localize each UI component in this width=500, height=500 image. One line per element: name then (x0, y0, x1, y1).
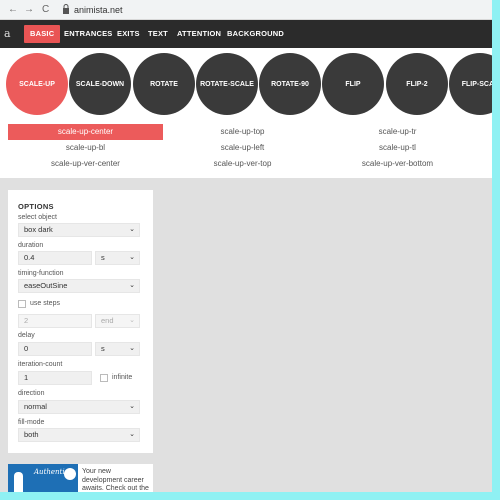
tab-background[interactable]: BACKGROUND (221, 25, 290, 43)
infinite-label: infinite (112, 374, 133, 381)
chevron-down-icon: ⌄ (129, 317, 135, 324)
select-object-dropdown[interactable]: box dark ⌄ (18, 223, 140, 237)
duration-value: 0.4 (24, 253, 35, 262)
duration-label: duration (18, 242, 44, 249)
url-text[interactable]: animista.net (74, 5, 123, 15)
ad-text[interactable]: Your new development career awaits. Chec… (82, 468, 152, 492)
tab-exits[interactable]: EXITS (111, 25, 146, 43)
sponsored-ad[interactable]: Authentic Your new development career aw… (8, 464, 153, 492)
duration-unit-value: s (101, 253, 105, 262)
use-steps-label: use steps (30, 300, 60, 307)
select-object-label: select object (18, 214, 57, 221)
ad-person-figure (14, 472, 23, 492)
animation-flip-scale[interactable]: FLIP-SCAL (449, 53, 492, 115)
variant-scale-up-ver-top[interactable]: scale-up-ver-top (165, 156, 320, 172)
lock-icon (63, 4, 69, 14)
infinite-checkbox[interactable] (100, 374, 108, 382)
back-arrow-icon[interactable]: ← (8, 4, 18, 15)
variant-scale-up-center[interactable]: scale-up-center (8, 124, 163, 140)
animation-rotate-scale[interactable]: ROTATE-SCALE (196, 53, 258, 115)
variant-scale-up-ver-center[interactable]: scale-up-ver-center (8, 156, 163, 172)
browser-viewport: ← → C animista.net a BASIC ENTRANCES EXI… (0, 0, 492, 492)
iteration-count-value: 1 (24, 373, 29, 382)
fill-mode-value: both (24, 430, 39, 439)
delay-unit-dropdown[interactable]: s ⌄ (95, 342, 140, 356)
animation-selector: SCALE-UP SCALE-DOWN ROTATE ROTATE-SCALE … (0, 48, 492, 120)
tab-entrances[interactable]: ENTRANCES (58, 25, 118, 43)
chevron-down-icon: ⌄ (129, 345, 135, 352)
animation-flip[interactable]: FLIP (322, 53, 384, 115)
direction-label: direction (18, 390, 45, 397)
delay-value: 0 (24, 344, 29, 353)
tab-attention[interactable]: ATTENTION (171, 25, 227, 43)
ad-image[interactable]: Authentic (8, 464, 78, 492)
reload-icon[interactable]: C (42, 4, 49, 15)
animation-flip-2[interactable]: FLIP-2 (386, 53, 448, 115)
duration-input[interactable]: 0.4 (18, 251, 92, 265)
chevron-down-icon: ⌄ (129, 403, 135, 410)
steps-mode-value: end (101, 316, 114, 325)
timing-function-value: easeOutSine (24, 281, 68, 290)
animation-scale-up[interactable]: SCALE-UP (6, 53, 68, 115)
variant-scale-up-top[interactable]: scale-up-top (165, 124, 320, 140)
direction-value: normal (24, 402, 47, 411)
iteration-count-input[interactable]: 1 (18, 371, 92, 385)
duration-unit-dropdown[interactable]: s ⌄ (95, 251, 140, 265)
chevron-down-icon: ⌄ (129, 282, 135, 289)
select-object-value: box dark (24, 225, 53, 234)
variant-scale-up-ver-bottom[interactable]: scale-up-ver-bottom (320, 156, 475, 172)
logo[interactable]: a (4, 27, 11, 40)
variant-scale-up-tr[interactable]: scale-up-tr (320, 124, 475, 140)
delay-label: delay (18, 332, 35, 339)
forward-arrow-icon[interactable]: → (24, 4, 34, 15)
tab-basic[interactable]: BASIC (24, 25, 61, 43)
delay-input[interactable]: 0 (18, 342, 92, 356)
steps-input[interactable]: 2 (18, 314, 92, 328)
timing-function-label: timing-function (18, 270, 64, 277)
animation-rotate-90[interactable]: ROTATE-90 (259, 53, 321, 115)
ad-badge-icon (64, 468, 76, 480)
chevron-down-icon: ⌄ (129, 254, 135, 261)
animation-rotate[interactable]: ROTATE (133, 53, 195, 115)
fill-mode-dropdown[interactable]: both ⌄ (18, 428, 140, 442)
fill-mode-label: fill-mode (18, 419, 45, 426)
delay-unit-value: s (101, 344, 105, 353)
variant-scale-up-left[interactable]: scale-up-left (165, 140, 320, 156)
options-title: OPTIONS (18, 202, 54, 211)
chevron-down-icon: ⌄ (129, 431, 135, 438)
tab-text[interactable]: TEXT (142, 25, 174, 43)
steps-value: 2 (24, 316, 29, 325)
iteration-count-label: iteration-count (18, 361, 63, 368)
variant-list: scale-up-center scale-up-top scale-up-tr… (0, 120, 492, 178)
address-bar: ← → C animista.net (0, 0, 492, 20)
variant-scale-up-tl[interactable]: scale-up-tl (320, 140, 475, 156)
chevron-down-icon: ⌄ (129, 226, 135, 233)
variant-scale-up-bl[interactable]: scale-up-bl (8, 140, 163, 156)
animation-scale-down[interactable]: SCALE-DOWN (69, 53, 131, 115)
timing-function-dropdown[interactable]: easeOutSine ⌄ (18, 279, 140, 293)
use-steps-checkbox[interactable] (18, 300, 26, 308)
options-panel: OPTIONS select object box dark ⌄ duratio… (8, 190, 153, 453)
steps-mode-dropdown[interactable]: end ⌄ (95, 314, 140, 328)
top-nav: a BASIC ENTRANCES EXITS TEXT ATTENTION B… (0, 20, 492, 48)
direction-dropdown[interactable]: normal ⌄ (18, 400, 140, 414)
